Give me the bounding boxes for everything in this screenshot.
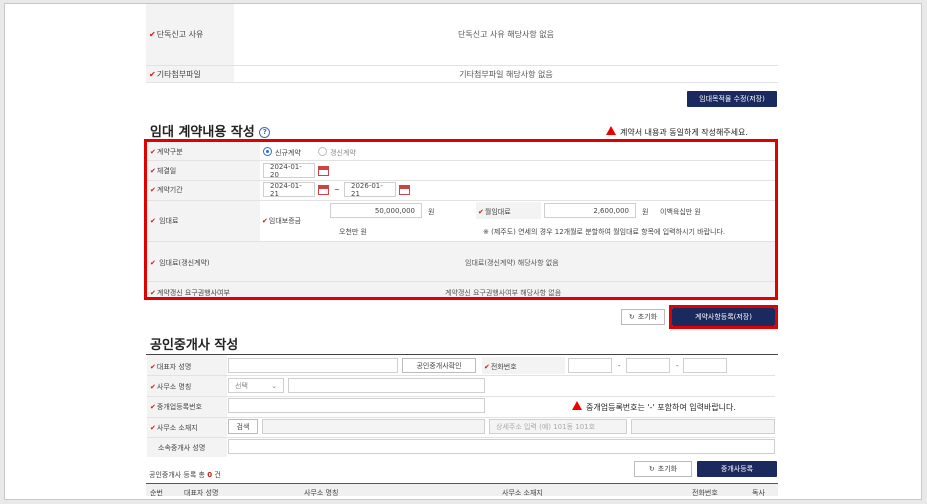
divider	[147, 375, 775, 376]
required-check-icon: ✔	[484, 363, 490, 371]
warning-icon	[572, 401, 582, 410]
highlight-box-contract	[144, 139, 778, 300]
broker-reset-button[interactable]: ↻ 초기화	[634, 461, 692, 477]
required-check-icon: ✔	[150, 383, 156, 391]
broker-table-header: 순번 대표자 성명 사무소 명칭 사무소 소재지 전화번호 독사	[146, 483, 778, 497]
warning-icon	[606, 126, 616, 135]
broker-register-button[interactable]: 중개사등록	[697, 461, 777, 477]
label-text: 전화번호	[490, 363, 517, 371]
reset-label: 초기화	[657, 465, 678, 473]
label-registration: ✔중개업등록번호	[150, 402, 202, 412]
required-check-icon: ✔	[150, 424, 156, 432]
count-value: 0	[207, 471, 213, 479]
label-text: 사무소 명칭	[156, 383, 192, 391]
label-text: 중개업등록번호	[156, 403, 202, 411]
row-value: 기타첨부파일 해당사항 없음	[459, 69, 553, 79]
address-input	[262, 419, 485, 434]
divider	[147, 396, 775, 397]
question-circle-icon[interactable]: ?	[259, 127, 271, 138]
contract-reset-button[interactable]: ↻ 초기화	[621, 309, 665, 325]
broker-count: 공인중개사 등록 총 0 건	[149, 470, 221, 480]
refresh-icon: ↻	[628, 313, 635, 321]
label-text: 사무소 소재지	[156, 424, 198, 432]
address-detail-input[interactable]: 상세주소 입력 (예) 101동 101호	[489, 419, 627, 434]
count-prefix: 공인중개사 등록 총	[149, 471, 205, 479]
col-header: 사무소 소재지	[502, 489, 543, 497]
col-header: 순번	[150, 489, 163, 497]
col-header: 대표자 성명	[184, 489, 219, 497]
phone-part2-input[interactable]	[626, 358, 670, 373]
divider	[147, 417, 775, 418]
label-office-address: ✔사무소 소재지	[150, 423, 198, 433]
office-type-select[interactable]: 선택 ⌄	[228, 378, 284, 393]
label-office-name: ✔사무소 명칭	[150, 382, 191, 392]
phone-separator: -	[676, 362, 679, 370]
broker-check-button[interactable]: 공인중개사확인	[402, 358, 476, 373]
phone-part3-input[interactable]	[683, 358, 727, 373]
required-check-icon: ✔	[149, 69, 156, 79]
registration-warning: 중개업등록번호는 '-' 포함하여 입력바랍니다.	[572, 401, 736, 413]
section-rule	[146, 354, 778, 355]
select-value: 선택	[235, 381, 248, 390]
row-label: ✔ 단독신고 사유	[146, 4, 234, 65]
reset-label: 초기화	[637, 313, 658, 321]
label-phone: ✔전화번호	[484, 362, 517, 372]
contract-warning-text: 계약서 내용과 동일하게 작성해주세요.	[620, 128, 748, 137]
top-table: ✔ 단독신고 사유 단독신고 사유 해당사항 없음 ✔ 기타첨부파일 기타첨부파일 …	[146, 4, 778, 83]
phone-part1-input[interactable]	[568, 358, 612, 373]
address-extra-input	[631, 419, 775, 434]
registration-warning-text: 중개업등록번호는 '-' 포함하여 입력바랍니다.	[586, 403, 736, 412]
row-label-text: 단독신고 사유	[156, 30, 204, 39]
modify-property-button[interactable]: 임대목적물 수정(저장)	[687, 91, 777, 107]
office-name-input[interactable]	[288, 378, 485, 393]
contract-title-text: 임대 계약내용 작성	[150, 125, 255, 140]
row-label: ✔ 기타첨부파일	[146, 66, 234, 82]
section-title-contract: 임대 계약내용 작성 ?	[150, 121, 271, 140]
label-representative: ✔대표자 성명	[150, 362, 191, 372]
table-row: ✔ 단독신고 사유 단독신고 사유 해당사항 없음	[146, 4, 778, 66]
section-title-broker: 공인중개사 작성	[150, 338, 239, 353]
member-broker-input[interactable]	[228, 439, 775, 454]
label-text: 대표자 성명	[156, 363, 192, 371]
highlight-box-save	[669, 305, 778, 329]
count-suffix: 건	[214, 471, 221, 479]
row-label-text: 기타첨부파일	[156, 69, 201, 79]
row-value: 단독신고 사유 해당사항 없음	[458, 30, 554, 39]
label-member-broker: 소속중개사 성명	[158, 444, 206, 452]
phone-separator: -	[618, 362, 621, 370]
required-check-icon: ✔	[150, 363, 156, 371]
required-check-icon: ✔	[149, 30, 156, 39]
chevron-down-icon: ⌄	[271, 381, 277, 390]
contract-warning: 계약서 내용과 동일하게 작성해주세요.	[606, 126, 748, 138]
address-search-button[interactable]: 검색	[228, 419, 258, 434]
table-row: ✔ 기타첨부파일 기타첨부파일 해당사항 없음	[146, 66, 778, 83]
col-header: 독사	[752, 489, 765, 497]
required-check-icon: ✔	[150, 403, 156, 411]
col-header: 전화번호	[692, 489, 718, 497]
representative-input[interactable]	[228, 358, 398, 373]
divider	[147, 437, 775, 438]
registration-input[interactable]	[228, 398, 485, 413]
col-header: 사무소 명칭	[304, 489, 339, 497]
refresh-icon: ↻	[648, 465, 655, 473]
